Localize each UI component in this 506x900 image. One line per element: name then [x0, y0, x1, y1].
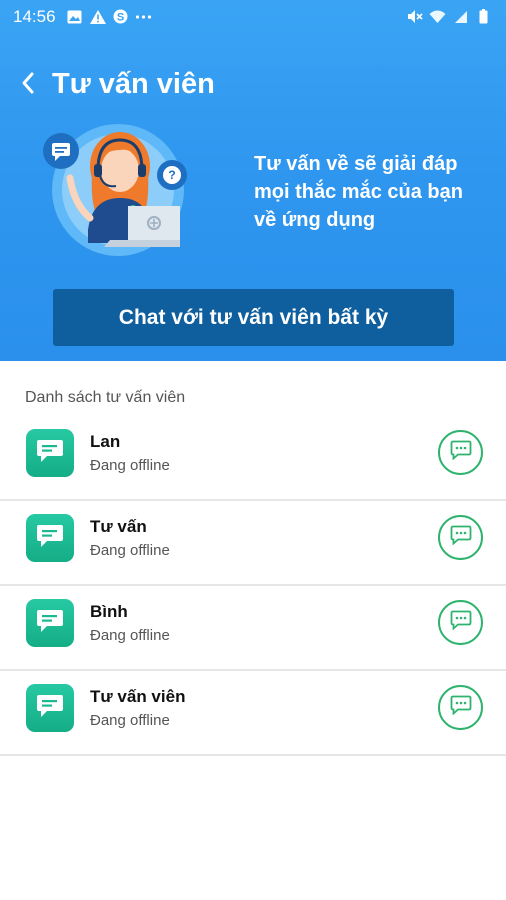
status-time: 14:56 [13, 7, 56, 26]
svg-text:?: ? [168, 168, 175, 182]
mute-icon [406, 8, 423, 25]
skype-icon: S [112, 8, 129, 25]
chat-button[interactable] [438, 685, 483, 730]
consultant-status: Đang offline [90, 627, 170, 644]
consultant-status: Đang offline [90, 712, 170, 729]
svg-text:S: S [117, 12, 124, 24]
gallery-icon [66, 8, 83, 25]
back-button[interactable] [14, 68, 42, 102]
chat-icon [450, 695, 472, 720]
consultant-avatar [26, 514, 74, 562]
list-item[interactable]: Tư vấn viên Đang offline [0, 671, 506, 756]
message-bubble-icon [36, 608, 64, 639]
more-dots-icon [135, 8, 152, 25]
consultant-status: Đang offline [90, 542, 170, 559]
consultant-name: Bình [90, 602, 128, 621]
signal-icon [452, 8, 469, 25]
message-bubble-icon [36, 523, 64, 554]
chat-button[interactable] [438, 600, 483, 645]
page-title: Tư vấn viên [52, 68, 215, 100]
hero-description: Tư vấn về sẽ giải đáp mọi thắc mắc của b… [254, 153, 463, 231]
list-item[interactable]: Lan Đang offline [0, 416, 506, 501]
consultant-avatar [26, 429, 74, 477]
consultant-name: Tư vấn [90, 517, 147, 536]
chat-button[interactable] [438, 515, 483, 560]
chat-icon [450, 525, 472, 550]
alert-icon [89, 8, 106, 25]
chat-icon [450, 610, 472, 635]
status-bar: 14:56 S [0, 0, 506, 34]
status-icons-left: S [66, 8, 152, 25]
hero-banner: 14:56 S Tư vấn viên ? Tư vấn về sẽ giải … [0, 0, 506, 361]
list-item[interactable]: Tư vấn Đang offline [0, 501, 506, 586]
consultant-list: Lan Đang offline Tư vấn Đang offline Bìn… [0, 416, 506, 756]
consultant-avatar [26, 599, 74, 647]
consultant-illustration: ? [40, 118, 190, 268]
consultant-avatar [26, 684, 74, 732]
back-arrow-icon [20, 71, 36, 100]
wifi-icon [429, 8, 446, 25]
status-icons-right [406, 8, 492, 25]
chat-any-consultant-button[interactable]: Chat với tư vấn viên bất kỳ [53, 289, 454, 346]
list-header: Danh sách tư vấn viên [25, 389, 186, 406]
battery-icon [475, 8, 492, 25]
consultant-name: Lan [90, 432, 121, 451]
message-bubble-icon [36, 693, 64, 724]
consultant-status: Đang offline [90, 457, 170, 474]
chat-button[interactable] [438, 430, 483, 475]
list-item[interactable]: Bình Đang offline [0, 586, 506, 671]
chat-icon [450, 440, 472, 465]
message-bubble-icon [36, 438, 64, 469]
consultant-name: Tư vấn viên [90, 687, 186, 706]
